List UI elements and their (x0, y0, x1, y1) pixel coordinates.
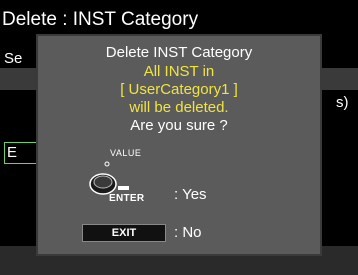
enter-label: ENTER (109, 193, 145, 204)
dialog-title: Delete INST Category (105, 44, 253, 61)
yes-label: : Yes (174, 186, 207, 203)
message-line-1: All INST in (143, 63, 215, 80)
value-label: VALUE (110, 148, 142, 158)
screen: Delete : INST Category Se s) E Delete IN… (0, 0, 358, 275)
message-line-2: [ UserCategory1 ] (120, 81, 238, 98)
background-label: Se (4, 50, 23, 67)
message-line-3: will be deleted. (129, 99, 229, 116)
no-label: : No (174, 224, 202, 241)
confirm-dialog: Delete INST Category All INST in [ UserC… (36, 34, 322, 256)
exit-button[interactable]: EXIT (82, 224, 166, 242)
confirm-question: Are you sure ? (130, 117, 228, 134)
enter-button-icon[interactable] (118, 186, 129, 190)
background-right-text: s) (336, 94, 349, 111)
